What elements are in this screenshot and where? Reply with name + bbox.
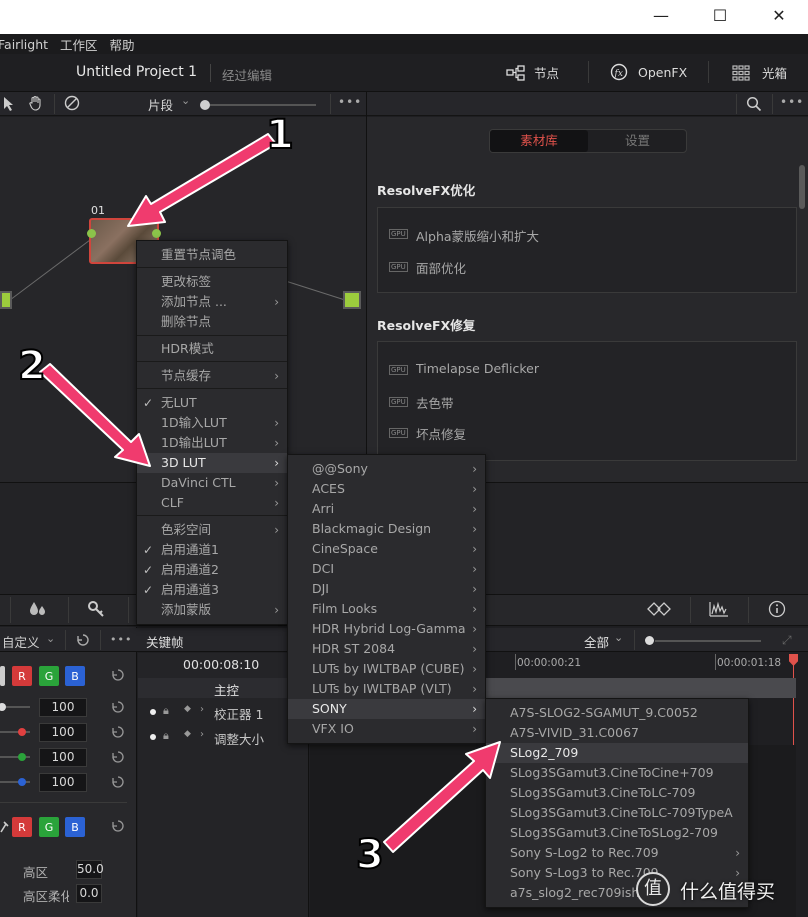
annotation-number: 1 bbox=[265, 111, 295, 159]
watermark-text: 什么值得买 bbox=[680, 881, 776, 903]
watermark-logo: 值 bbox=[636, 872, 670, 906]
annotation-number: 3 bbox=[355, 831, 385, 879]
annotation-arrows bbox=[39, 133, 501, 853]
annotation-number: 2 bbox=[17, 342, 47, 390]
